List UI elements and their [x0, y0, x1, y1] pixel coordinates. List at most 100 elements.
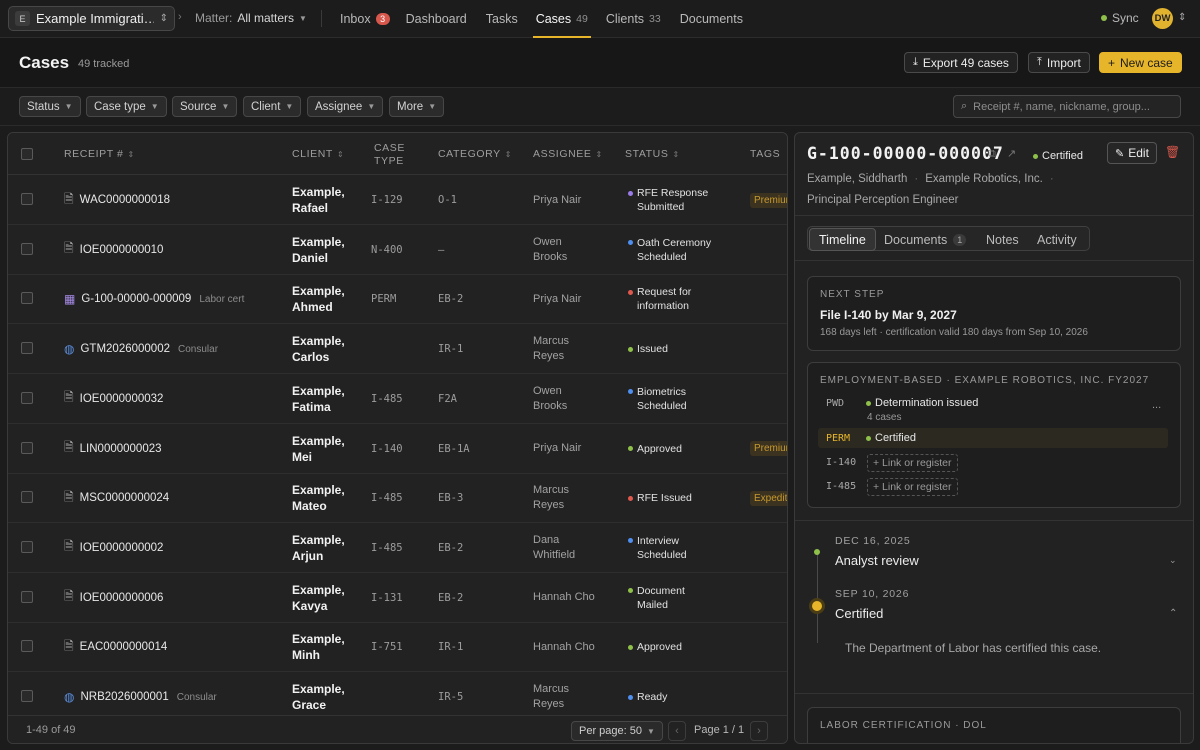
filter-source[interactable]: Source ▼	[172, 96, 238, 117]
col-assignee[interactable]: ASSIGNEE ⇕	[533, 133, 603, 175]
table-row[interactable]: 🗎 IOE0000000002 Example, Arjun I-485 EB-2…	[8, 523, 787, 573]
table-row[interactable]: ▦ G-100-00000-000009 Labor cert Example,…	[8, 274, 787, 325]
search-input[interactable]	[973, 100, 1164, 113]
table-row[interactable]: 🗎 WAC0000000018 Example, Rafael I-129 O-1…	[8, 175, 787, 225]
tag-pill[interactable]: Expedite	[750, 490, 787, 506]
col-status[interactable]: STATUS ⇕	[625, 133, 680, 175]
line1: Example,	[292, 284, 345, 299]
receipt-cell[interactable]: 🗎 EAC0000000014	[64, 622, 167, 672]
select-all-checkbox[interactable]	[21, 148, 33, 160]
new-case-button[interactable]: + New case	[1099, 52, 1182, 73]
edit-button[interactable]: ✎ Edit	[1107, 142, 1157, 164]
timeline-title[interactable]: Analyst review	[835, 553, 919, 568]
col-client[interactable]: CLIENT ⇕	[292, 133, 344, 175]
row-checkbox[interactable]	[21, 491, 33, 504]
row-checkbox[interactable]	[21, 342, 33, 355]
client-cell[interactable]: Example, Mei	[292, 424, 362, 474]
external-link-icon[interactable]: ↗	[1007, 147, 1016, 160]
search-box[interactable]: ⌕	[953, 95, 1181, 118]
row-checkbox[interactable]	[21, 690, 33, 702]
filter-assignee[interactable]: Assignee ▼	[307, 96, 384, 117]
link-register-button[interactable]: + Link or register	[867, 454, 958, 472]
client-cell[interactable]: Example, Carlos	[292, 324, 362, 374]
col-category[interactable]: CATEGORY ⇕	[438, 133, 512, 175]
col-receipt[interactable]: RECEIPT # ⇕	[64, 133, 135, 175]
receipt-cell[interactable]: 🗎 IOE0000000006	[64, 573, 163, 623]
status-dot	[628, 538, 633, 544]
nav-tab-clients[interactable]: Clients 33	[606, 0, 661, 38]
table-row[interactable]: 🗎 MSC0000000024 Example, Mateo I-485 EB-3…	[8, 473, 787, 524]
tag-pill[interactable]: Premium	[750, 192, 787, 208]
nav-tab-dashboard[interactable]: Dashboard	[406, 0, 467, 38]
table-row[interactable]: ◍ GTM2026000002 Consular Example, Carlos …	[8, 324, 787, 375]
receipt-cell[interactable]: 🗎 IOE0000000010	[64, 225, 163, 275]
employer-name[interactable]: Example Robotics, Inc.	[925, 173, 1043, 185]
matter-selector[interactable]: Matter: All matters ▼	[195, 11, 307, 25]
workspace-switcher[interactable]: E Example Immigrati… ⇕	[8, 6, 175, 31]
timeline-title[interactable]: Certified	[835, 606, 883, 621]
filter-status[interactable]: Status ▼	[19, 96, 81, 117]
export-button[interactable]: ⤓ Export 49 cases	[904, 52, 1018, 73]
filter-client[interactable]: Client ▼	[243, 96, 302, 117]
client-cell[interactable]: Example, Fatima	[292, 374, 362, 424]
tab-activity[interactable]: Activity	[1028, 228, 1086, 251]
table-row[interactable]: 🗎 IOE0000000010 Example, Daniel N-400 — O…	[8, 225, 787, 275]
import-button[interactable]: ⤒ Import	[1028, 52, 1090, 73]
tab-timeline[interactable]: Timeline	[809, 228, 876, 251]
tab-documents[interactable]: Documents 1	[875, 228, 975, 251]
next-step-heading: NEXT STEP	[820, 289, 885, 300]
tag-pill[interactable]: Premium	[750, 441, 787, 456]
table-row[interactable]: 🗎 IOE0000000006 Example, Kavya I-131 EB-2…	[8, 573, 787, 623]
client-cell[interactable]: Example, Daniel	[292, 225, 362, 275]
table-row[interactable]: 🗎 IOE0000000032 Example, Fatima I-485 F2A…	[8, 374, 787, 424]
nav-tab-documents[interactable]: Documents	[680, 0, 743, 38]
receipt-cell[interactable]: 🗎 MSC0000000024	[64, 473, 169, 523]
receipt-cell[interactable]: 🗎 IOE0000000002	[64, 523, 163, 573]
filter-case-type[interactable]: Case type ▼	[86, 96, 167, 117]
next-page-button[interactable]: ›	[750, 721, 768, 741]
client-cell[interactable]: Example, Mateo	[292, 473, 362, 523]
timeline-line	[817, 553, 818, 643]
tab-notes[interactable]: Notes	[977, 228, 1028, 251]
client-name[interactable]: Example, Siddharth	[807, 173, 907, 185]
more-icon[interactable]: ...	[1152, 399, 1161, 411]
receipt-cell[interactable]: ◍ GTM2026000002 Consular	[64, 324, 218, 374]
copy-icon[interactable]: ⧉	[988, 148, 996, 161]
client-cell[interactable]: Example, Kavya	[292, 573, 362, 623]
row-checkbox[interactable]	[21, 441, 33, 454]
col-tags[interactable]: TAGS	[750, 133, 780, 175]
prev-page-button[interactable]: ‹	[668, 721, 686, 741]
nav-tab-inbox[interactable]: Inbox 3	[340, 0, 390, 38]
receipt-cell[interactable]: ▦ G-100-00000-000009 Labor cert	[64, 274, 244, 324]
chevron-down-icon[interactable]: ⌄	[1169, 555, 1177, 566]
link-register-button[interactable]: + Link or register	[867, 478, 958, 496]
per-page-select[interactable]: Per page: 50 ▼	[571, 721, 663, 741]
chevron-up-icon[interactable]: ⌃	[1169, 608, 1177, 619]
client-cell[interactable]: Example, Rafael	[292, 175, 362, 225]
table-row[interactable]: 🗎 EAC0000000014 Example, Minh I-751 IR-1 …	[8, 622, 787, 673]
receipt-cell[interactable]: 🗎 IOE0000000032	[64, 374, 163, 424]
row-checkbox[interactable]	[21, 590, 33, 603]
row-checkbox[interactable]	[21, 292, 33, 305]
col-case-type[interactable]: CASE TYPE	[374, 133, 405, 175]
updown-chevron-icon[interactable]: ⇕	[1178, 12, 1186, 23]
table-row[interactable]: 🗎 LIN0000000023 Example, Mei I-140 EB-1A …	[8, 424, 787, 474]
sync-status[interactable]: Sync	[1101, 11, 1139, 25]
client-cell[interactable]: Example, Ahmed	[292, 274, 362, 324]
receipt-cell[interactable]: 🗎 WAC0000000018	[64, 175, 170, 225]
row-checkbox[interactable]	[21, 391, 33, 404]
row-checkbox[interactable]	[21, 193, 33, 205]
case-group-card: EMPLOYMENT-BASED · EXAMPLE ROBOTICS, INC…	[807, 362, 1181, 508]
user-avatar[interactable]: DW	[1152, 8, 1173, 29]
client-cell[interactable]: Example, Arjun	[292, 523, 362, 573]
row-checkbox[interactable]	[21, 242, 33, 255]
filter-more[interactable]: More ▼	[389, 96, 445, 117]
row-checkbox[interactable]	[21, 540, 33, 553]
nav-tab-tasks[interactable]: Tasks	[486, 0, 518, 38]
receipt-cell[interactable]: 🗎 LIN0000000023	[64, 424, 162, 474]
client-cell[interactable]: Example, Minh	[292, 622, 362, 672]
row-checkbox[interactable]	[21, 640, 33, 653]
nav-tab-cases[interactable]: Cases 49	[532, 0, 591, 38]
trash-icon[interactable]: 🗑	[1165, 145, 1180, 159]
case-detail-panel: G-100-00000-000007 ⧉ ↗ Certified ✎ Edit …	[794, 132, 1194, 744]
